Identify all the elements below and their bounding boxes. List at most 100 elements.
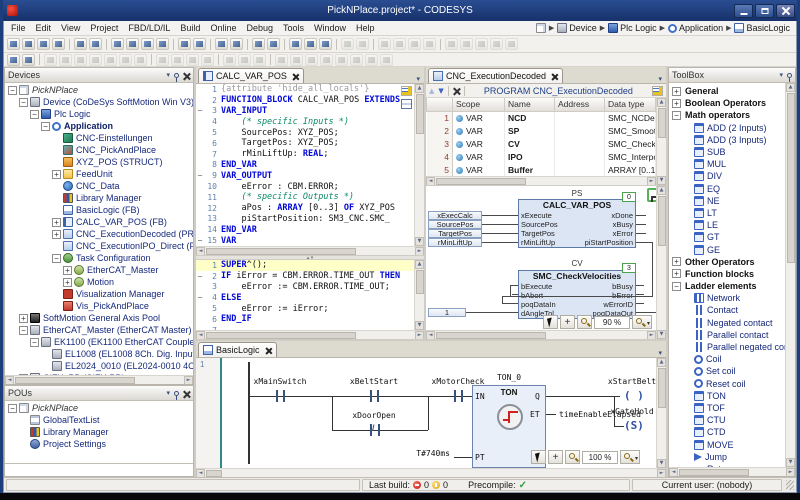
negate-icon[interactable] [305, 54, 318, 66]
tree-item-sub[interactable]: SUB [669, 146, 785, 158]
expander-icon[interactable]: − [8, 404, 17, 413]
table-row[interactable]: 4VARIPOSMC_Interpolator [427, 150, 656, 163]
tree-item-cnc-executionipo-direct-prg[interactable]: CNC_ExecutionIPO_Direct (PRG) [5, 240, 193, 252]
insert-parallel-negated-contact-icon[interactable] [89, 54, 102, 66]
contact-xmainswitch[interactable] [276, 390, 278, 402]
menu-project[interactable]: Project [85, 22, 123, 34]
devices-tree[interactable]: −PickNPlace−Device (CoDeSys SoftMotion W… [5, 83, 193, 375]
tree-item-ne[interactable]: NE [669, 195, 785, 207]
copy-icon[interactable] [126, 38, 139, 50]
expander-icon[interactable]: − [19, 98, 28, 107]
insert-contact-icon[interactable] [44, 54, 57, 66]
scroll-left-icon[interactable]: ◄ [669, 468, 678, 477]
constant-operand[interactable]: 1 [428, 308, 466, 317]
zoom-level[interactable]: 100 % [582, 451, 618, 464]
table-row[interactable]: 5VARBufferARRAY [0..1] OF ARRAY[ [427, 163, 656, 176]
tree-item-softmotion-general-axis-pool[interactable]: +SoftMotion General Axis Pool [5, 312, 193, 324]
scroll-down-icon[interactable]: ▼ [657, 176, 666, 185]
tree-item-add-3-inputs[interactable]: ADD (3 Inputs) [669, 134, 785, 146]
scroll-left-icon[interactable]: ◄ [426, 331, 435, 340]
tree-item-library-manager[interactable]: Library Manager [5, 192, 193, 204]
expander-icon[interactable]: + [63, 278, 72, 287]
toolbox-vscrollbar[interactable]: ▲ ▼ [785, 83, 795, 467]
expander-icon[interactable]: − [52, 254, 61, 263]
insert-branch-below-icon[interactable] [290, 54, 303, 66]
tree-item-div[interactable]: DIV [669, 170, 785, 182]
expander-icon[interactable]: − [30, 338, 39, 347]
close-panel-icon[interactable] [183, 72, 190, 79]
scroll-right-icon[interactable]: ► [184, 376, 193, 385]
tree-item-visualization-manager[interactable]: Visualization Manager [5, 288, 193, 300]
expander-icon[interactable]: − [41, 122, 50, 131]
textual-declaration-icon[interactable] [652, 86, 663, 96]
tree-item-ladder-elements[interactable]: −Ladder elements [669, 280, 785, 292]
scroll-up-icon[interactable]: ▲ [786, 83, 795, 92]
tree-item-math-operators[interactable]: −Math operators [669, 109, 785, 121]
insert-network-icon[interactable] [7, 54, 20, 66]
calc-var-pos-block[interactable]: CALC_VAR_POS xExecuteSourcePosTargetPosr… [518, 199, 636, 248]
tree-item-plc-logic[interactable]: −Plc Logic [5, 108, 193, 120]
expander-icon[interactable]: + [19, 314, 28, 323]
resize-grip[interactable] [786, 480, 794, 490]
move-down-icon[interactable]: ▼ [438, 87, 443, 95]
paste-icon[interactable] [141, 38, 154, 50]
expander-icon[interactable]: − [30, 110, 39, 119]
reset-warm-icon[interactable] [423, 38, 436, 50]
scroll-left-icon[interactable]: ◄ [196, 331, 205, 340]
scroll-down-icon[interactable]: ▼ [415, 321, 424, 330]
menu-tools[interactable]: Tools [278, 22, 309, 34]
cut-icon[interactable] [111, 38, 124, 50]
library-repository-icon[interactable] [215, 38, 228, 50]
scroll-left-icon[interactable]: ◄ [5, 376, 14, 385]
scroll-down-icon[interactable]: ▼ [415, 237, 424, 246]
menu-window[interactable]: Window [309, 22, 351, 34]
tree-item-motion[interactable]: +Motion [5, 276, 193, 288]
scroll-down-icon[interactable]: ▼ [786, 458, 795, 467]
scroll-up-icon[interactable]: ▲ [657, 358, 666, 367]
insert-empty-box-icon[interactable] [186, 54, 199, 66]
tab-list-dropdown-icon[interactable]: ▾ [654, 75, 666, 83]
close-tab-icon[interactable] [265, 347, 272, 354]
tree-item-cnc-pickandplace[interactable]: CNC_PickAndPlace [5, 144, 193, 156]
toolbox-tree[interactable]: +General+Boolean Operators−Math operator… [669, 83, 785, 467]
tree-item-coil[interactable]: Coil [669, 353, 785, 365]
tree-item-el2024-0010-el2024-0010-4ch-d[interactable]: EL2024_0010 (EL2024-0010 4Ch. D [5, 360, 193, 372]
coil-xstartbelt[interactable]: ( ) [624, 389, 644, 402]
menu-help[interactable]: Help [351, 22, 380, 34]
step-over-icon[interactable] [445, 38, 458, 50]
new-object-icon[interactable] [252, 38, 265, 50]
title-bar[interactable]: PickNPlace.project* - CODESYS [3, 0, 797, 21]
set-coil-xgatehold[interactable]: (S) [624, 419, 644, 432]
undo-icon[interactable] [74, 38, 87, 50]
tree-item-ek1100-ek1100-ethercat-coupler-0-5[interactable]: −EK1100 (EK1100 EtherCAT Coupler (0.5 [5, 336, 193, 348]
contact-xbeltstart[interactable] [370, 390, 372, 402]
insert-comment-icon[interactable] [22, 54, 35, 66]
insert-negated-contact-icon[interactable] [59, 54, 72, 66]
expander-icon[interactable]: − [19, 326, 28, 335]
insert-coil-icon[interactable] [104, 54, 117, 66]
table-row[interactable]: 2VARSPSMC_SmoothPath [427, 124, 656, 137]
insert-reset-coil-icon[interactable] [134, 54, 147, 66]
ladder-canvas[interactable]: 1 xMainSwitch xBeltStart xMotorCheck [196, 358, 666, 468]
pan-tool-icon[interactable]: + [560, 315, 575, 329]
scroll-up-icon[interactable]: ▲ [415, 84, 424, 93]
tabular-declaration-icon[interactable] [401, 99, 412, 109]
column-header-name[interactable]: Name [505, 98, 555, 111]
generate-code-icon[interactable] [319, 38, 332, 50]
scroll-up-icon[interactable]: ▲ [415, 260, 424, 269]
insert-return-icon[interactable] [223, 54, 236, 66]
step-into-icon[interactable] [460, 38, 473, 50]
scroll-right-icon[interactable]: ► [786, 468, 795, 477]
flow-control-icon[interactable] [505, 38, 518, 50]
select-tool-icon[interactable] [531, 450, 546, 464]
set-reset-icon[interactable] [335, 54, 348, 66]
table-hscrollbar[interactable]: ◄ ► [426, 176, 656, 185]
tree-item-contact[interactable]: Contact [669, 304, 785, 316]
breadcrumb-application[interactable]: Application [668, 23, 723, 33]
table-row[interactable]: 3VARCVSMC_CheckVelocities [427, 137, 656, 150]
fbd-vscrollbar[interactable]: ▲ ▼ [656, 186, 666, 339]
column-header-index[interactable] [427, 98, 453, 111]
save-icon[interactable] [37, 38, 50, 50]
tree-item-ethercat-master-ethercat-master[interactable]: −EtherCAT_Master (EtherCAT Master) [5, 324, 193, 336]
insert-box-icon[interactable] [156, 54, 169, 66]
